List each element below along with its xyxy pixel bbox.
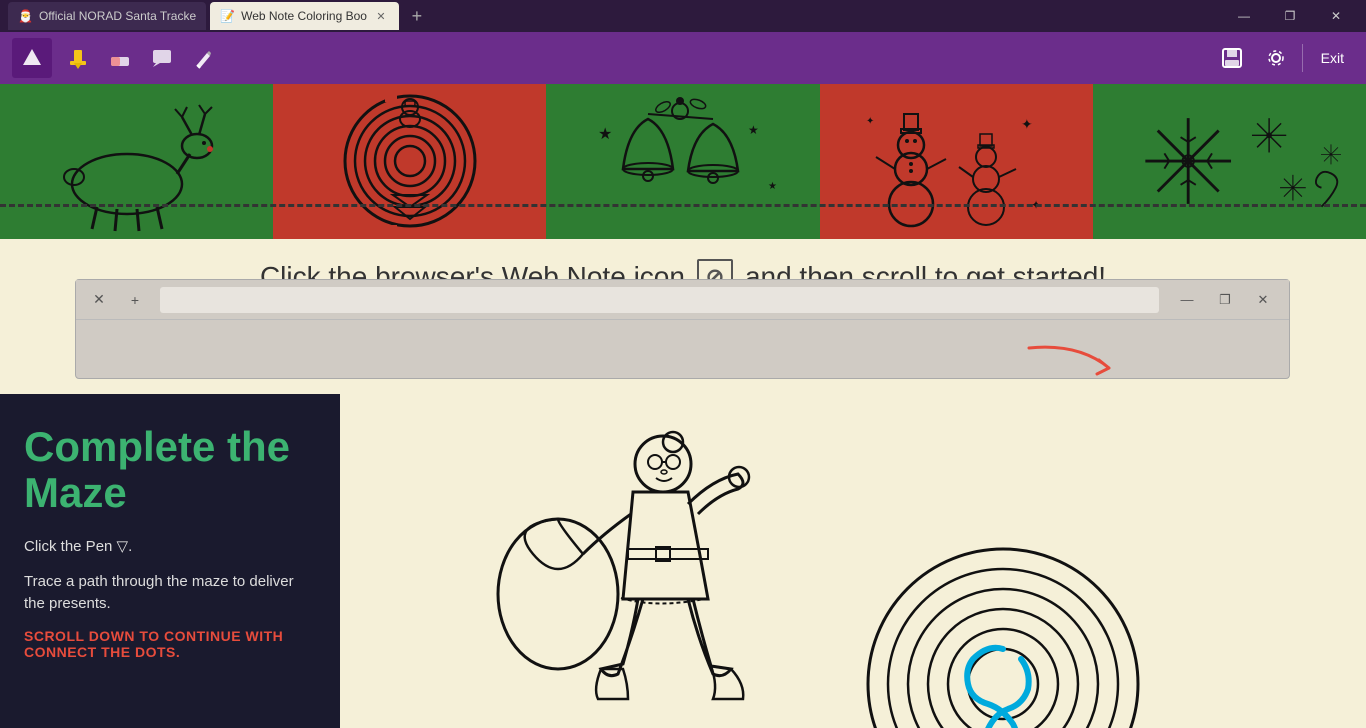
- save-icon: [1220, 46, 1244, 70]
- fb-newtab-icon: +: [131, 292, 139, 308]
- maze-illustration: [275, 89, 545, 234]
- bells-illustration: ★ ★ ★: [548, 89, 818, 234]
- svg-text:★: ★: [748, 123, 759, 137]
- banner-bells: ★ ★ ★: [546, 84, 819, 239]
- tab-webnote[interactable]: 📝 Web Note Coloring Boo ✕: [210, 2, 399, 30]
- tab1-favicon: 🎅: [18, 9, 33, 23]
- bottom-section: Complete the Maze Click the Pen ▽. Trace…: [0, 394, 1366, 728]
- new-tab-button[interactable]: +: [403, 2, 431, 30]
- toolbar-divider: [1302, 44, 1303, 72]
- tab2-label: Web Note Coloring Boo: [241, 9, 367, 23]
- svg-text:★: ★: [768, 181, 777, 192]
- tab2-favicon: 📝: [220, 9, 235, 23]
- pen-icon: [193, 47, 215, 69]
- tab-norad[interactable]: 🎅 Official NORAD Santa Tracke: [8, 2, 206, 30]
- toolbar-logo-area: [12, 38, 52, 78]
- browser-titlebar: 🎅 Official NORAD Santa Tracke 📝 Web Note…: [0, 0, 1366, 32]
- tab2-close-button[interactable]: ✕: [373, 8, 389, 24]
- sidebar-scroll-text: SCROLL DOWN TO CONTINUE WITH CONNECT THE…: [24, 628, 316, 660]
- reindeer-illustration: [27, 89, 247, 234]
- svg-text:✦: ✦: [1021, 116, 1033, 132]
- webnote-toolbar: Exit: [0, 32, 1366, 84]
- fb-close-btn[interactable]: ✕: [84, 285, 114, 315]
- eraser-icon: [109, 47, 131, 69]
- fb-close-icon: ✕: [93, 291, 105, 308]
- sidebar-instruction2: Trace a path through the maze to deliver…: [24, 571, 316, 616]
- eraser-tool-button[interactable]: [104, 42, 136, 74]
- close-button[interactable]: ✕: [1314, 0, 1358, 32]
- logo-icon: [21, 47, 43, 69]
- sidebar-title: Complete the Maze: [24, 424, 316, 516]
- pen-tool-button[interactable]: [188, 42, 220, 74]
- fb-newtab-btn[interactable]: +: [120, 285, 150, 315]
- highlight-tool-button[interactable]: [62, 42, 94, 74]
- fake-browser-titlebar: ✕ + — ❐ ✕: [76, 280, 1289, 320]
- comment-tool-button[interactable]: [146, 42, 178, 74]
- snowmen-illustration: ✦ ✦ ✦: [821, 89, 1091, 234]
- fb-win-controls: — ❐ ✕: [1169, 285, 1281, 315]
- banner-reindeer: [0, 84, 273, 239]
- fb-minimize-btn[interactable]: —: [1169, 285, 1205, 315]
- tab1-label: Official NORAD Santa Tracke: [39, 9, 196, 23]
- sidebar-instruction1: Click the Pen ▽.: [24, 536, 316, 559]
- dashed-divider: [0, 204, 1366, 207]
- toolbar-right-controls: Exit: [1214, 40, 1354, 76]
- settings-button[interactable]: [1258, 40, 1294, 76]
- comment-icon: [151, 47, 173, 69]
- svg-text:✦: ✦: [866, 116, 874, 127]
- banner-maze: [273, 84, 546, 239]
- snowflakes-illustration: [1093, 89, 1366, 234]
- banner-row: ★ ★ ★: [0, 84, 1366, 239]
- minimize-button[interactable]: —: [1222, 0, 1266, 32]
- settings-icon: [1264, 46, 1288, 70]
- main-image-area: [340, 394, 1366, 728]
- fb-maximize-btn[interactable]: ❐: [1207, 285, 1243, 315]
- banner-snowflakes: [1093, 84, 1366, 239]
- window-controls: — ❐ ✕: [1222, 0, 1358, 32]
- red-arrow-icon: [1009, 338, 1129, 398]
- svg-text:★: ★: [598, 126, 612, 143]
- arrow-hint: [1009, 338, 1109, 388]
- santa-maze-illustration: [473, 404, 1233, 728]
- exit-button[interactable]: Exit: [1311, 44, 1354, 72]
- banner-snowmen: ✦ ✦ ✦: [820, 84, 1093, 239]
- sidebar-panel: Complete the Maze Click the Pen ▽. Trace…: [0, 394, 340, 728]
- save-button[interactable]: [1214, 40, 1250, 76]
- highlight-icon: [67, 47, 89, 69]
- fb-close-win-btn[interactable]: ✕: [1245, 285, 1281, 315]
- fb-addressbar[interactable]: [160, 287, 1159, 313]
- maximize-button[interactable]: ❐: [1268, 0, 1312, 32]
- fake-browser-overlay: ✕ + — ❐ ✕: [75, 279, 1290, 379]
- page-content: ★ ★ ★: [0, 84, 1366, 728]
